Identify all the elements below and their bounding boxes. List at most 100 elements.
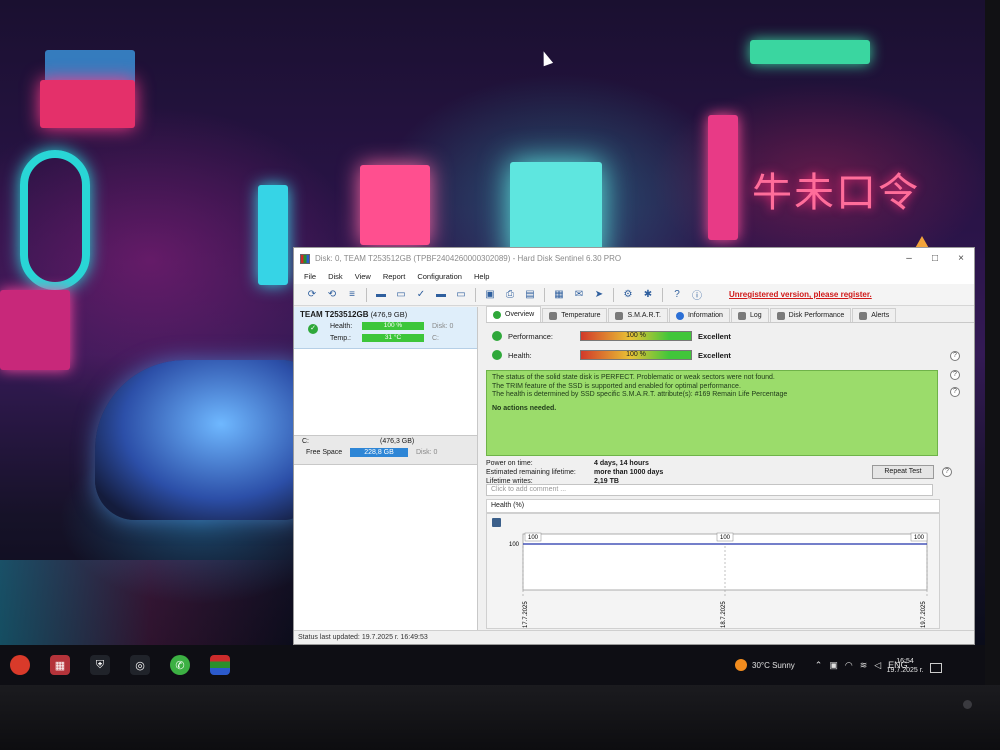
- weather-text[interactable]: 30°C Sunny: [752, 661, 795, 670]
- report-icon[interactable]: ▦: [551, 287, 567, 303]
- volume-entry[interactable]: C: (476,3 GB) Free Space 228,8 GB Disk: …: [294, 435, 477, 465]
- health-chart-title: Health (%): [486, 499, 940, 513]
- status-description: The status of the solid state disk is PE…: [486, 370, 938, 456]
- notification-icon[interactable]: [930, 663, 942, 673]
- free-space-bar: 228,8 GB: [350, 448, 408, 457]
- toolbar: ⟳ ⟲ ≡ ▬ ▭ ✓ ▬ ▭ ▣ ⎙ ▤ ▦ ✉ ➤ ⚙ ✱ ? ⓘ Unre…: [294, 284, 974, 306]
- disk-list-panel: TEAM T253512GB (476,9 GB) ✓ Health: 100 …: [294, 307, 478, 630]
- disk-entry[interactable]: TEAM T253512GB (476,9 GB) ✓ Health: 100 …: [294, 307, 477, 349]
- free-space-row: Free Space 228,8 GB Disk: 0: [302, 448, 469, 457]
- taskbar-clock[interactable]: 16:54 19.7.2025 г.: [880, 657, 930, 675]
- tab-temperature[interactable]: Temperature: [542, 308, 608, 322]
- help-icon[interactable]: ?: [942, 467, 952, 477]
- save-icon[interactable]: ▣: [482, 287, 498, 303]
- hard-disk-sentinel-taskbar-icon[interactable]: [210, 655, 230, 675]
- chevron-up-icon[interactable]: ⌃: [815, 660, 823, 671]
- power-on-value: 4 days, 14 hours: [594, 460, 649, 467]
- neon-sign-pink-vertical: [708, 115, 738, 240]
- disk-name: TEAM T253512GB: [300, 310, 369, 319]
- toolbar-separator: [544, 287, 545, 302]
- disk-name-row: TEAM T253512GB (476,9 GB): [300, 310, 471, 319]
- help-icon[interactable]: ?: [950, 370, 960, 380]
- power-on-label: Power on time:: [486, 460, 533, 467]
- temp-label: Temp.:: [330, 334, 352, 342]
- check-icon: [493, 310, 501, 319]
- help-icon[interactable]: ?: [950, 351, 960, 361]
- app-icon-red[interactable]: ▦: [50, 655, 70, 675]
- gear-icon[interactable]: ⚙: [620, 287, 636, 303]
- disk-size: (476,9 GB): [370, 310, 408, 319]
- menu-file[interactable]: File: [304, 272, 316, 281]
- hard-disk-sentinel-window[interactable]: Disk: 0, TEAM T253512GB (TPBF24042600003…: [293, 247, 975, 645]
- power-on-row: Power on time: 4 days, 14 hours: [486, 459, 926, 468]
- tab-label: Log: [749, 312, 762, 319]
- refresh-icon[interactable]: ⟳: [304, 287, 320, 303]
- status-action: No actions needed.: [492, 404, 557, 412]
- free-space-label: Free Space: [306, 449, 343, 456]
- menu-report[interactable]: Report: [383, 272, 406, 281]
- shield-icon[interactable]: ⛨: [90, 655, 110, 675]
- disk-settings-icon[interactable]: ▭: [453, 287, 469, 303]
- tab-information[interactable]: Information: [668, 308, 730, 322]
- phone-icon[interactable]: ✆: [170, 655, 190, 675]
- app-icon: [300, 253, 310, 264]
- mail-icon[interactable]: ✉: [571, 287, 587, 303]
- tab-alerts[interactable]: Alerts: [852, 308, 897, 322]
- clock-date: 19.7.2025 г.: [886, 667, 924, 674]
- taskbar: ▦ ⛨ ◎ ✆ 30°C Sunny ⌃ ▣ ◠ ≋ ◁ ENG 16:54 1…: [0, 645, 985, 685]
- tab-smart[interactable]: S.M.A.R.T.: [608, 308, 668, 322]
- tab-log[interactable]: Log: [730, 308, 769, 322]
- options-icon[interactable]: ✱: [640, 287, 656, 303]
- clock-time: 16:54: [896, 658, 914, 665]
- remaining-lifetime-value: more than 1000 days: [594, 469, 664, 476]
- volume-letter: C:: [302, 438, 309, 445]
- neon-sign-cyan-vertical: [258, 185, 288, 285]
- disk-icon[interactable]: ▬: [373, 287, 389, 303]
- health-chart: 100 100 17.7.2025 100 18.7.2025 100 19.7.2025: [486, 513, 940, 629]
- refresh-all-icon[interactable]: ⟲: [324, 287, 340, 303]
- performance-bar: 100 %: [580, 331, 692, 341]
- close-button[interactable]: ×: [948, 253, 974, 264]
- disk-list-icon[interactable]: ≡: [344, 287, 360, 303]
- disk-health-row: Health: 100 % Disk: 0: [330, 322, 453, 330]
- app-icon-circles[interactable]: ◎: [130, 655, 150, 675]
- tray-app-icon[interactable]: ▣: [829, 660, 838, 671]
- tab-overview[interactable]: Overview: [486, 306, 542, 322]
- menu-view[interactable]: View: [355, 272, 371, 281]
- minimize-button[interactable]: –: [896, 253, 922, 264]
- neon-sign-pink-left: [0, 290, 70, 370]
- health-grade: Excellent: [698, 350, 731, 360]
- network-icon[interactable]: ◠: [845, 660, 853, 671]
- menu-help[interactable]: Help: [474, 272, 489, 281]
- maximize-button[interactable]: □: [922, 253, 948, 264]
- chrome-icon[interactable]: [10, 655, 30, 675]
- disk-check-icon[interactable]: ✓: [413, 287, 429, 303]
- title-bar[interactable]: Disk: 0, TEAM T253512GB (TPBF24042600003…: [294, 248, 974, 269]
- clipboard-icon[interactable]: ▤: [522, 287, 538, 303]
- smart-icon: [615, 311, 624, 320]
- health-bar: 100 %: [580, 350, 692, 360]
- status-line: The TRIM feature of the SSD is supported…: [492, 382, 741, 390]
- comment-input[interactable]: Click to add comment ...: [486, 484, 933, 496]
- tab-disk-performance[interactable]: Disk Performance: [769, 308, 852, 322]
- menu-disk[interactable]: Disk: [328, 272, 343, 281]
- toolbar-separator: [475, 287, 476, 302]
- repeat-test-button[interactable]: Repeat Test: [872, 465, 934, 479]
- unregistered-link[interactable]: Unregistered version, please register.: [729, 290, 872, 299]
- window-title: Disk: 0, TEAM T253512GB (TPBF24042600003…: [315, 254, 622, 263]
- info-icon[interactable]: ⓘ: [689, 287, 705, 303]
- toolbar-separator: [613, 287, 614, 302]
- send-icon[interactable]: ➤: [591, 287, 607, 303]
- power-indicator: [963, 700, 972, 709]
- print-icon[interactable]: ⎙: [502, 287, 518, 303]
- wifi-icon[interactable]: ≋: [860, 660, 868, 671]
- tab-label: Temperature: [561, 312, 601, 319]
- neon-kanji-sign: 牛未口令: [752, 170, 920, 216]
- disk-tools-icon[interactable]: ▬: [433, 287, 449, 303]
- disk-test-icon[interactable]: ▭: [393, 287, 409, 303]
- data-label: 100: [910, 532, 928, 542]
- help-icon[interactable]: ?: [950, 387, 960, 397]
- menu-configuration[interactable]: Configuration: [417, 272, 462, 281]
- temp-mini-bar: 31 °C: [362, 334, 424, 342]
- help-icon[interactable]: ?: [669, 287, 685, 303]
